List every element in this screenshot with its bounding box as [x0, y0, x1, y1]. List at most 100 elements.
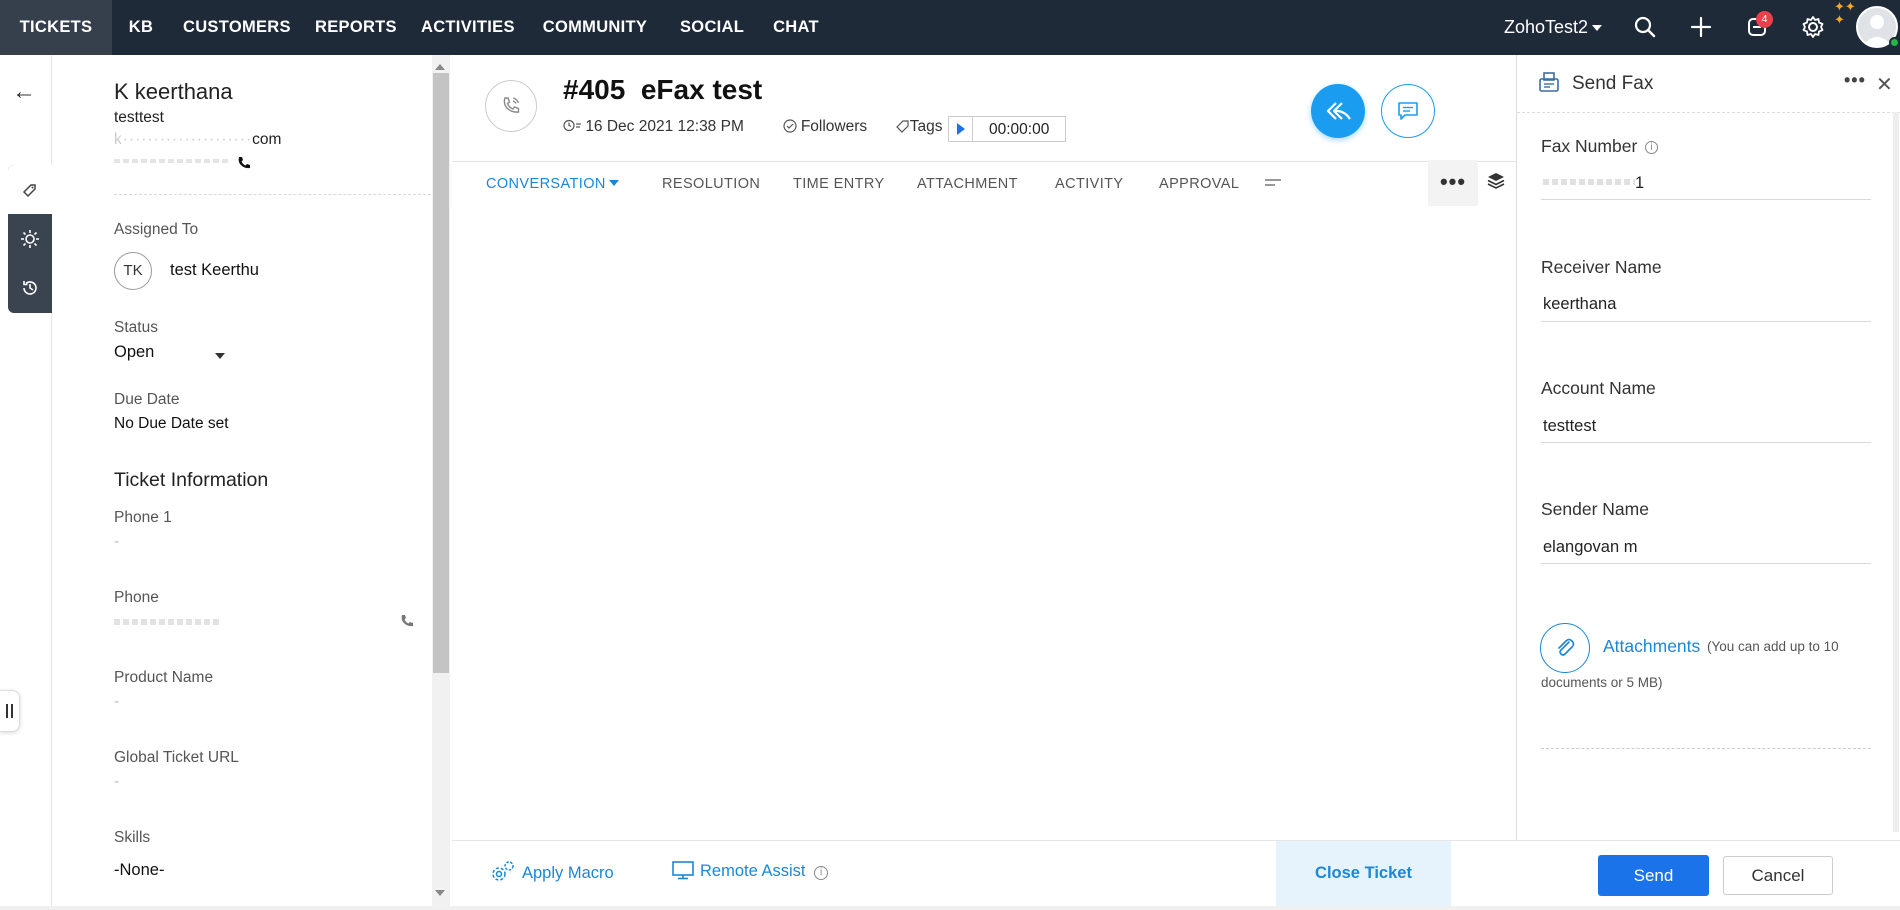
- masked-phone-value[interactable]: [114, 619, 219, 625]
- rail-insights-button[interactable]: [8, 214, 52, 263]
- ticket-properties-panel: K keerthana testtest k··················…: [52, 55, 432, 910]
- rail-properties-button[interactable]: [8, 165, 52, 214]
- tab-activity[interactable]: ACTIVITY: [1055, 162, 1123, 206]
- nav-reports[interactable]: REPORTS: [315, 0, 397, 55]
- nav-tickets[interactable]: TICKETS: [0, 0, 112, 55]
- fax-panel-scrollbar[interactable]: [1893, 112, 1899, 832]
- attachment-limit-note-continued: documents or 5 MB): [1541, 675, 1663, 690]
- paperclip-icon: [1558, 638, 1575, 656]
- ticket-date: 16 Dec 2021 12:38 PM: [585, 118, 744, 135]
- product-name-value[interactable]: -: [114, 693, 119, 710]
- field-underline: [1541, 321, 1871, 322]
- assignee-name[interactable]: test Keerthu: [170, 261, 259, 280]
- apply-macro-button[interactable]: Apply Macro: [490, 860, 614, 884]
- sparkle-icon[interactable]: ✦✦ ✦: [1834, 0, 1856, 26]
- section-title-ticket-info: Ticket Information: [114, 469, 269, 491]
- phone-icon[interactable]: [236, 155, 252, 171]
- fax-number-label: Fax Number: [1541, 136, 1638, 156]
- phone-icon[interactable]: [399, 613, 415, 629]
- product-name-label: Product Name: [114, 669, 214, 686]
- plus-icon[interactable]: [1688, 14, 1714, 40]
- fax-number-field[interactable]: 1: [1543, 174, 1644, 193]
- chevron-down-icon[interactable]: [609, 180, 619, 186]
- sender-name-field[interactable]: elangovan m: [1543, 538, 1637, 557]
- status-dropdown[interactable]: Open: [114, 343, 154, 362]
- attachment-button[interactable]: [1540, 623, 1590, 673]
- followers-link[interactable]: Followers: [801, 118, 867, 135]
- comment-button[interactable]: [1381, 84, 1435, 138]
- divider: [114, 194, 432, 195]
- apply-macro-label: Apply Macro: [522, 864, 614, 882]
- global-url-label: Global Ticket URL: [114, 749, 239, 766]
- ticket-timer[interactable]: 00:00:00: [948, 116, 1066, 142]
- skills-value[interactable]: -None-: [114, 861, 164, 880]
- email-suffix: com: [252, 131, 282, 148]
- back-arrow-icon[interactable]: ←: [12, 78, 36, 106]
- sender-name-label: Sender Name: [1541, 499, 1649, 519]
- call-button[interactable]: [485, 80, 537, 132]
- receiver-name-label: Receiver Name: [1541, 257, 1662, 277]
- tab-conversation[interactable]: CONVERSATION: [486, 162, 606, 206]
- phone1-label: Phone 1: [114, 509, 172, 526]
- tab-resolution[interactable]: RESOLUTION: [662, 162, 760, 206]
- gear-icon[interactable]: [1800, 14, 1826, 40]
- phone1-value[interactable]: -: [114, 533, 119, 550]
- due-date-label: Due Date: [114, 391, 180, 408]
- tags-link[interactable]: Tags: [910, 118, 943, 135]
- more-tabs-icon[interactable]: [1265, 179, 1281, 189]
- nav-social[interactable]: SOCIAL: [680, 0, 744, 55]
- nav-chat[interactable]: CHAT: [772, 0, 820, 55]
- nav-community[interactable]: COMMUNITY: [541, 0, 649, 55]
- contact-email[interactable]: k·····················com: [114, 131, 281, 149]
- play-icon[interactable]: [949, 117, 973, 141]
- chevron-down-icon[interactable]: [215, 353, 225, 359]
- cancel-button[interactable]: Cancel: [1723, 856, 1833, 895]
- search-icon[interactable]: [1632, 14, 1658, 40]
- close-ticket-button[interactable]: Close Ticket: [1276, 841, 1451, 906]
- panel-collapse-handle[interactable]: [0, 690, 20, 732]
- info-icon[interactable]: i: [814, 866, 829, 880]
- ticket-title[interactable]: #405 eFax test: [563, 74, 762, 106]
- more-options-button[interactable]: •••: [1428, 160, 1478, 206]
- send-button[interactable]: Send: [1598, 855, 1709, 896]
- more-options-icon[interactable]: •••: [1844, 70, 1866, 91]
- close-icon[interactable]: ✕: [1876, 72, 1893, 97]
- attachments-link[interactable]: Attachments: [1603, 636, 1700, 657]
- assignee-avatar[interactable]: TK: [114, 252, 152, 290]
- nav-customers[interactable]: CUSTOMERS: [183, 0, 291, 55]
- history-icon: [23, 280, 37, 295]
- due-date-value[interactable]: No Due Date set: [114, 415, 229, 433]
- reply-all-icon: [1326, 102, 1351, 120]
- reply-all-button[interactable]: [1311, 84, 1365, 138]
- pause-icon: [6, 704, 13, 718]
- scroll-up-icon[interactable]: [435, 64, 445, 70]
- contact-account[interactable]: testtest: [114, 109, 164, 127]
- tab-attachment[interactable]: ATTACHMENT: [917, 162, 1018, 206]
- layers-icon[interactable]: [1485, 170, 1507, 192]
- gears-icon: [492, 861, 514, 881]
- scroll-down-icon[interactable]: [435, 890, 445, 896]
- nav-activities[interactable]: ACTIVITIES: [421, 0, 514, 55]
- phone-call-icon: [503, 97, 520, 113]
- receiver-name-field[interactable]: keerthana: [1543, 295, 1616, 314]
- fax-icon: [1539, 72, 1559, 92]
- notification-badge: 4: [1756, 11, 1773, 28]
- tab-time-entry[interactable]: TIME ENTRY: [793, 162, 885, 206]
- contact-name[interactable]: K keerthana: [114, 79, 233, 105]
- window-bottom-edge: [0, 906, 1900, 910]
- ticket-meta: 16 Dec 2021 12:38 PM Followers Tags: [563, 118, 943, 136]
- global-url-value[interactable]: -: [114, 773, 119, 790]
- nav-kb[interactable]: KB: [126, 0, 156, 55]
- remote-assist-button[interactable]: Remote Assist i: [672, 860, 829, 881]
- rail-history-button[interactable]: [8, 263, 52, 312]
- chevron-down-icon[interactable]: [1592, 25, 1602, 31]
- info-icon[interactable]: i: [1645, 141, 1658, 154]
- org-switcher[interactable]: ZohoTest2: [1504, 0, 1588, 55]
- status-label: Status: [114, 319, 158, 336]
- account-name-field[interactable]: testtest: [1543, 417, 1596, 436]
- phone-label: Phone: [114, 589, 159, 606]
- assigned-to-label: Assigned To: [114, 221, 199, 238]
- scrollbar-thumb[interactable]: [433, 73, 449, 673]
- tag-edit-icon: [22, 183, 36, 197]
- tab-approval[interactable]: APPROVAL: [1159, 162, 1239, 206]
